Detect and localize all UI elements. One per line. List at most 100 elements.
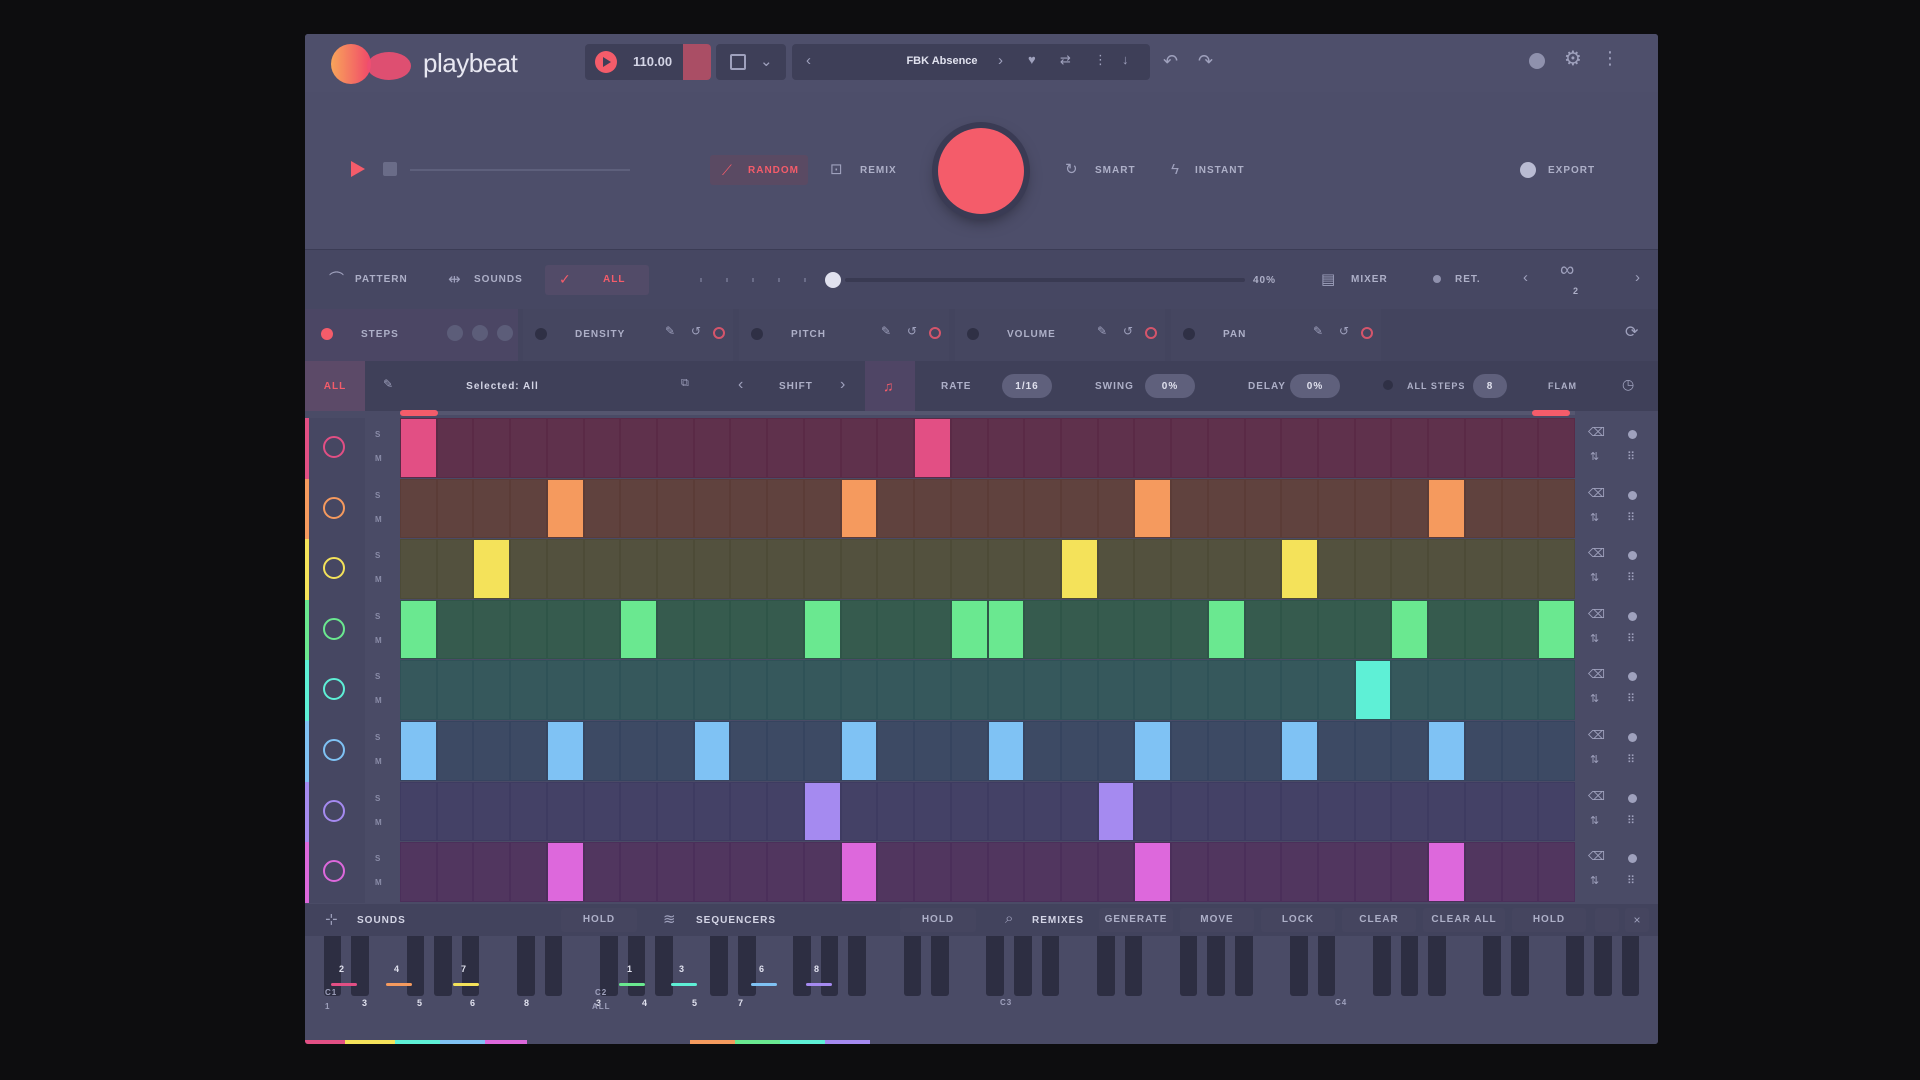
step-off[interactable] — [695, 419, 730, 477]
preset-name[interactable]: FBK Absence — [832, 55, 1052, 67]
step-off[interactable] — [768, 540, 803, 598]
step-off[interactable] — [1429, 540, 1464, 598]
steps-section[interactable]: STEPS — [305, 309, 518, 361]
step-off[interactable] — [1429, 661, 1464, 719]
black-key[interactable] — [1566, 936, 1584, 996]
steps-random-icon[interactable] — [497, 325, 513, 341]
step-off[interactable] — [658, 661, 693, 719]
step-off[interactable] — [658, 601, 693, 659]
lane-record-icon[interactable] — [1628, 733, 1637, 742]
rate-select[interactable]: 1/16 — [1002, 374, 1052, 398]
step-off[interactable] — [1099, 661, 1134, 719]
step-off[interactable] — [1209, 722, 1244, 780]
hold-sounds-button[interactable]: HOLD — [561, 908, 637, 932]
step-off[interactable] — [1246, 540, 1281, 598]
step-off[interactable] — [842, 783, 877, 841]
black-key[interactable] — [1593, 936, 1612, 996]
step-off[interactable] — [1319, 722, 1354, 780]
step-off[interactable] — [915, 783, 950, 841]
step-off[interactable] — [878, 601, 913, 659]
step-off[interactable] — [1025, 843, 1060, 901]
step-on[interactable] — [401, 722, 436, 780]
step-off[interactable] — [1282, 419, 1317, 477]
clear-all-button[interactable]: CLEAR ALL — [1423, 908, 1505, 932]
black-key[interactable] — [1041, 936, 1060, 996]
step-off[interactable] — [1392, 783, 1427, 841]
loop-end-handle[interactable] — [1532, 410, 1570, 416]
step-off[interactable] — [695, 480, 730, 538]
step-on[interactable] — [547, 722, 583, 780]
close-icon[interactable]: × — [1625, 908, 1649, 932]
step-off[interactable] — [621, 843, 656, 901]
step-off[interactable] — [952, 661, 987, 719]
heart-icon[interactable]: ♥ — [1028, 53, 1036, 66]
step-off[interactable] — [1466, 783, 1501, 841]
step-off[interactable] — [621, 783, 656, 841]
kebab-menu-icon[interactable]: ⋮ — [1601, 49, 1619, 67]
step-off[interactable] — [1172, 540, 1207, 598]
black-key[interactable] — [1179, 936, 1198, 996]
black-key[interactable] — [1124, 936, 1143, 996]
step-off[interactable] — [878, 480, 913, 538]
step-on[interactable] — [401, 419, 436, 477]
step-off[interactable] — [878, 661, 913, 719]
step-off[interactable] — [731, 540, 766, 598]
step-on[interactable] — [547, 479, 583, 538]
step-on[interactable] — [1061, 540, 1097, 598]
step-off[interactable] — [1172, 419, 1207, 477]
step-off[interactable] — [585, 540, 620, 598]
lane-swap-icon[interactable]: ⇅ — [1590, 694, 1599, 705]
step-off[interactable] — [731, 661, 766, 719]
swing-select[interactable]: 0% — [1145, 374, 1195, 398]
remix-button[interactable]: ⊡ REMIX — [830, 155, 930, 185]
step-off[interactable] — [1062, 601, 1097, 659]
black-key[interactable] — [655, 936, 673, 996]
step-off[interactable] — [1503, 843, 1538, 901]
lane-drag-handle-icon[interactable]: ⠿ — [1627, 876, 1635, 887]
all-steps-toggle[interactable] — [1383, 380, 1393, 390]
step-off[interactable] — [1062, 419, 1097, 477]
step-off[interactable] — [878, 843, 913, 901]
step-off[interactable] — [1282, 661, 1317, 719]
pattern-tab[interactable]: ⌒ PATTERN — [329, 270, 409, 290]
next-page-icon[interactable]: › — [1635, 270, 1640, 285]
step-off[interactable] — [1319, 783, 1354, 841]
step-off[interactable] — [731, 601, 766, 659]
step-off[interactable] — [1099, 843, 1134, 901]
intensity-slider-track[interactable] — [845, 278, 1245, 282]
step-off[interactable] — [511, 419, 546, 477]
volume-reset-icon[interactable]: ↺ — [1123, 325, 1133, 337]
step-off[interactable] — [1356, 419, 1391, 477]
step-off[interactable] — [1135, 540, 1170, 598]
lane-record-icon[interactable] — [1628, 793, 1637, 803]
step-off[interactable] — [842, 661, 877, 719]
black-key[interactable] — [710, 936, 728, 996]
step-off[interactable] — [695, 540, 730, 598]
step-off[interactable] — [548, 601, 583, 659]
pitch-reset-icon[interactable]: ↺ — [907, 325, 917, 337]
lane-swap-icon[interactable]: ⇅ — [1590, 573, 1599, 584]
mute-toggle[interactable]: M — [375, 454, 383, 463]
step-off[interactable] — [511, 540, 546, 598]
step-off[interactable] — [1466, 722, 1501, 780]
step-off[interactable] — [658, 843, 693, 901]
density-random-icon[interactable] — [713, 327, 725, 339]
steps-edit-icon[interactable] — [447, 325, 463, 341]
pan-edit-icon[interactable]: ✎ — [1313, 325, 1323, 337]
step-off[interactable] — [401, 480, 436, 538]
step-off[interactable] — [1209, 783, 1244, 841]
step-off[interactable] — [1356, 601, 1391, 659]
pan-random-icon[interactable] — [1361, 327, 1373, 339]
step-off[interactable] — [1099, 601, 1134, 659]
step-off[interactable] — [805, 540, 840, 598]
step-off[interactable] — [1356, 722, 1391, 780]
solo-toggle[interactable]: S — [375, 430, 381, 439]
black-key[interactable] — [1428, 936, 1446, 996]
step-off[interactable] — [1392, 661, 1427, 719]
step-off[interactable] — [474, 419, 509, 477]
step-off[interactable] — [548, 540, 583, 598]
step-off[interactable] — [1282, 601, 1317, 659]
step-off[interactable] — [1356, 540, 1391, 598]
pitch-random-icon[interactable] — [929, 327, 941, 339]
solo-toggle[interactable]: S — [375, 551, 381, 560]
